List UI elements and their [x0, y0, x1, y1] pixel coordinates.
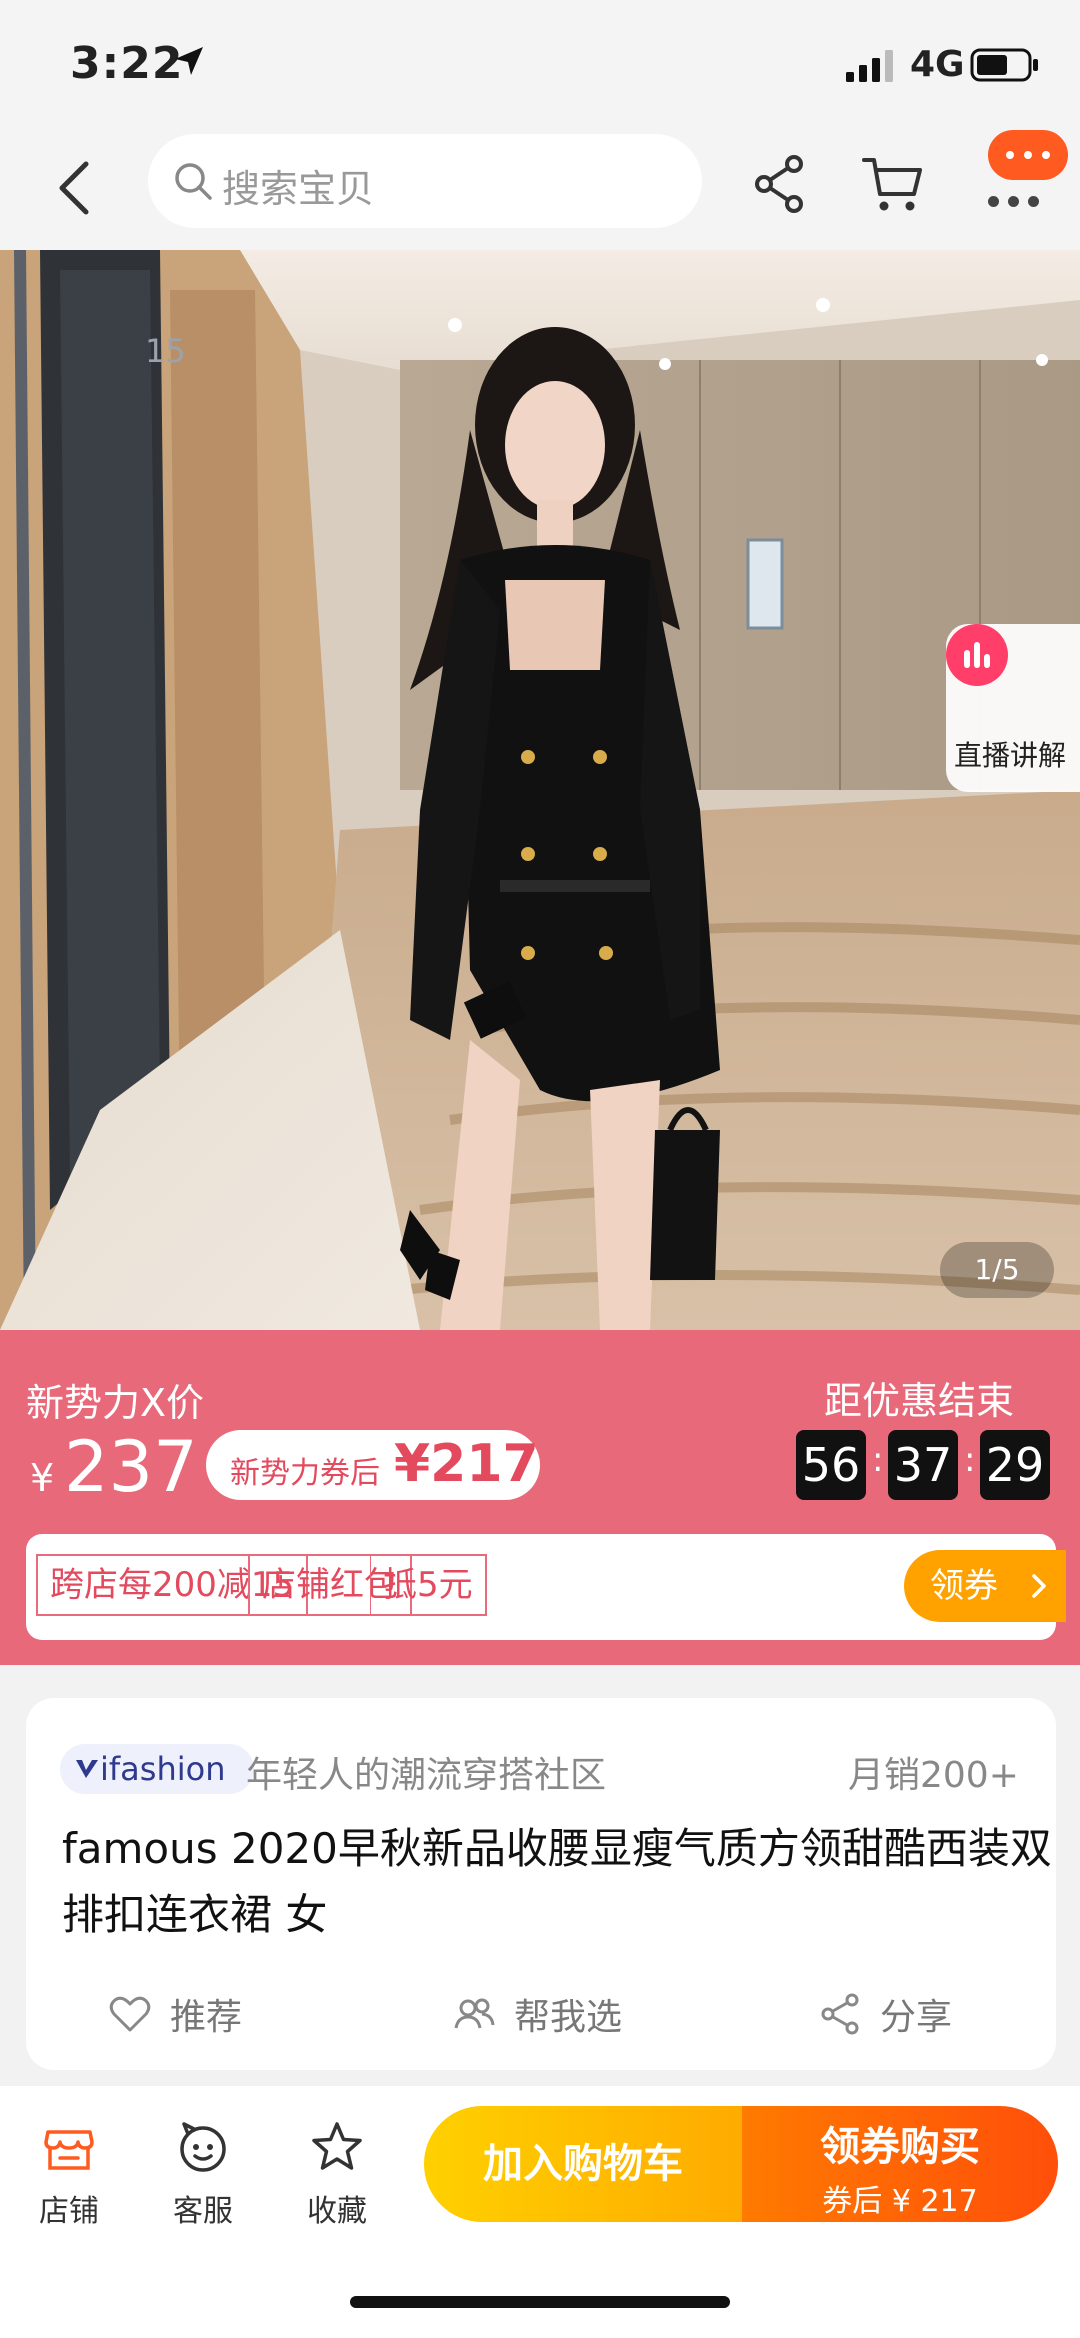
- coupon-price: ¥217: [394, 1434, 539, 1494]
- tab-favorite-label: 收藏: [307, 2194, 367, 2229]
- share-icon: [821, 1993, 859, 2035]
- promo-title: 新势力X价: [26, 1381, 205, 1425]
- brand-badge[interactable]: ifashion: [60, 1744, 254, 1794]
- tab-service[interactable]: 客服: [148, 2120, 258, 2230]
- coupon-price-pill: 新势力券后 ¥217: [206, 1430, 540, 1500]
- status-time: 3:22: [70, 38, 184, 89]
- brand-name: ifashion: [100, 1750, 226, 1788]
- brand-slogan: 年轻人的潮流穿搭社区: [246, 1755, 607, 1796]
- countdown-minutes: 37: [888, 1430, 958, 1500]
- search-placeholder: 搜索宝贝: [222, 167, 375, 211]
- signal-icon: [846, 50, 893, 82]
- product-title: famous 2020早秋新品收腰显瘦气质方领甜酷西装双排扣连衣裙 女: [62, 1824, 1052, 1939]
- help-choose-label: 帮我选: [514, 1997, 623, 2038]
- live-label: 直播讲解: [954, 739, 1067, 772]
- heart-icon: [109, 1996, 151, 2032]
- deduct-tag: 抵5元: [370, 1554, 487, 1616]
- countdown-hours: 56: [796, 1430, 866, 1500]
- status-bar: 3:22 4G: [0, 0, 1080, 130]
- price: 237: [64, 1426, 198, 1508]
- image-counter: 1/5: [940, 1242, 1054, 1298]
- recommend-label: 推荐: [170, 1997, 243, 2038]
- countdown-label: 距优惠结束: [824, 1379, 1015, 1423]
- countdown-seconds: 29: [980, 1430, 1050, 1500]
- tab-shop[interactable]: 店铺: [14, 2120, 124, 2230]
- coupon-label: 新势力券后: [230, 1456, 380, 1491]
- share-label: 分享: [880, 1997, 953, 2038]
- service-icon: [180, 2122, 226, 2172]
- claim-coupon-button[interactable]: 领券: [904, 1550, 1066, 1622]
- bottom-action-bar: 店铺 客服 收藏 加入购物车 领券购买 券后 ¥ 217: [0, 2086, 1080, 2338]
- search-input[interactable]: 搜索宝贝: [148, 134, 702, 228]
- home-indicator: [350, 2296, 730, 2308]
- product-photo: 15: [0, 250, 1080, 1330]
- coupon-buy-label: 领券购买: [820, 2124, 980, 2170]
- battery-icon: [970, 48, 1038, 82]
- search-icon: [175, 163, 212, 200]
- cart-icon[interactable]: [862, 154, 924, 214]
- coupon-buy-subtitle: 券后 ¥ 217: [822, 2184, 978, 2219]
- ifashion-logo-icon: [76, 1760, 98, 1778]
- live-icon: [946, 624, 1008, 686]
- tab-favorite[interactable]: 收藏: [282, 2120, 392, 2230]
- nav-bar: 搜索宝贝: [0, 120, 1080, 250]
- message-badge: [988, 130, 1068, 180]
- live-explain-button[interactable]: 直播讲解: [946, 624, 1080, 792]
- svg-text:15: 15: [145, 332, 186, 370]
- people-icon: [454, 1998, 495, 2029]
- network-label: 4G: [910, 44, 965, 85]
- share-icon[interactable]: [752, 154, 806, 214]
- promo-section: 新势力X价 ¥ 237 新势力券后 ¥217 距优惠结束 56 : 37 : 2…: [0, 1330, 1080, 1665]
- shop-icon: [44, 2130, 94, 2170]
- tab-shop-label: 店铺: [39, 2194, 99, 2229]
- tab-service-label: 客服: [173, 2194, 233, 2229]
- coupon-buy-button[interactable]: 领券购买 券后 ¥ 217: [742, 2106, 1058, 2222]
- countdown-separator: :: [872, 1440, 884, 1480]
- countdown-separator: :: [964, 1440, 976, 1480]
- chevron-right-icon: [1032, 1574, 1046, 1598]
- coupon-bar[interactable]: 跨店每200减15 店铺红包 抵5元 领券: [26, 1534, 1066, 1640]
- claim-coupon-label: 领券: [930, 1566, 998, 1606]
- more-button[interactable]: [984, 130, 1080, 240]
- monthly-sales: 月销200+: [848, 1755, 1019, 1796]
- product-info-card: ifashion 年轻人的潮流穿搭社区 月销200+ famous 2020早秋…: [26, 1698, 1056, 2070]
- location-arrow-icon: [175, 47, 203, 75]
- back-arrow-icon[interactable]: [46, 156, 102, 220]
- add-to-cart-button[interactable]: 加入购物车: [424, 2106, 742, 2222]
- price-currency: ¥: [30, 1456, 55, 1500]
- product-image[interactable]: 15 直播讲解 1/5: [0, 250, 1080, 1330]
- star-icon: [312, 2122, 362, 2170]
